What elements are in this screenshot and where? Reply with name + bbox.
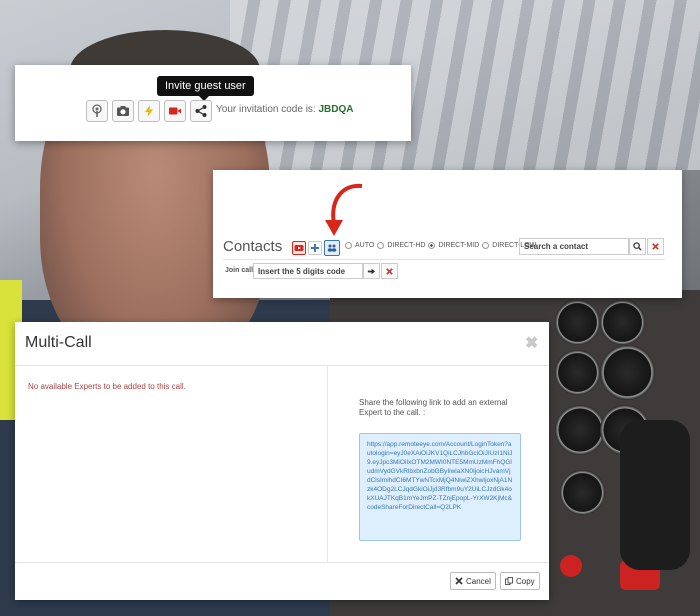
red-arrow-icon [325, 183, 363, 236]
call-toolbar [86, 100, 212, 122]
close-icon [652, 243, 659, 250]
divider [223, 259, 665, 260]
podcast-button[interactable] [86, 100, 108, 122]
radio-label-direct-mid: DIRECT-MID [438, 242, 480, 249]
multi-call-button[interactable] [324, 240, 340, 256]
camera-icon [117, 106, 129, 116]
dialog-header-divider [15, 365, 549, 366]
contacts-title: Contacts [223, 238, 283, 255]
plus-icon [311, 244, 319, 252]
invitation-code: JBDQA [318, 104, 354, 115]
dialog-footer-divider [15, 562, 549, 563]
cancel-label: Cancel [466, 576, 491, 586]
radio-direct-mid[interactable] [428, 242, 436, 249]
users-icon [327, 244, 337, 252]
video-button[interactable] [164, 100, 186, 122]
video-icon [169, 107, 181, 115]
add-contact-button[interactable] [308, 241, 322, 255]
quality-radio-group: AUTO DIRECT-HD DIRECT-MID DIRECT-LOW [345, 242, 536, 249]
dialog-close-button[interactable]: ✖ [525, 333, 538, 353]
no-experts-message: No available Experts to be added to this… [28, 382, 186, 391]
cancel-button[interactable]: Cancel [450, 572, 496, 590]
dialog-title: Multi-Call [25, 334, 92, 351]
radio-label-direct-hd: DIRECT-HD [387, 242, 426, 249]
radio-direct-hd[interactable] [377, 242, 385, 249]
flash-icon [145, 105, 153, 117]
clear-search-button[interactable] [647, 238, 664, 255]
dialog-column-divider [327, 366, 328, 562]
clear-join-button[interactable] [381, 263, 398, 279]
copy-button[interactable]: Copy [500, 572, 540, 590]
radio-label-auto: AUTO [355, 242, 375, 249]
search-button[interactable] [629, 238, 646, 255]
join-button[interactable] [363, 263, 380, 279]
youtube-icon [294, 245, 304, 251]
close-icon [386, 267, 393, 275]
podcast-icon [92, 104, 102, 117]
invitation-code-text: Your invitation code is: JBDQA [216, 104, 354, 115]
close-icon: ✖ [525, 335, 539, 352]
radio-auto[interactable] [345, 242, 352, 249]
flash-button[interactable] [138, 100, 160, 122]
copy-icon [505, 577, 513, 585]
invite-guest-button[interactable] [190, 100, 212, 122]
sign-in-icon [367, 268, 376, 274]
radio-direct-low[interactable] [482, 242, 490, 249]
invitation-prefix: Your invitation code is: [216, 104, 316, 115]
join-call-label: Join call [225, 267, 254, 274]
invite-guest-tooltip: Invite guest user [157, 76, 254, 101]
camera-button[interactable] [112, 100, 134, 122]
copy-label: Copy [516, 576, 535, 586]
join-code-input[interactable]: Insert the 5 digits code [253, 263, 363, 279]
youtube-button[interactable] [292, 241, 306, 255]
search-icon [633, 242, 642, 251]
close-icon [455, 577, 463, 585]
share-link-instructions: Share the following link to add an exter… [359, 398, 508, 417]
share-icon [195, 105, 207, 117]
contact-search-input[interactable]: Search a contact [519, 238, 629, 255]
share-link-textarea[interactable]: https://app.remoteeye.com/Account/LoginT… [359, 433, 521, 541]
